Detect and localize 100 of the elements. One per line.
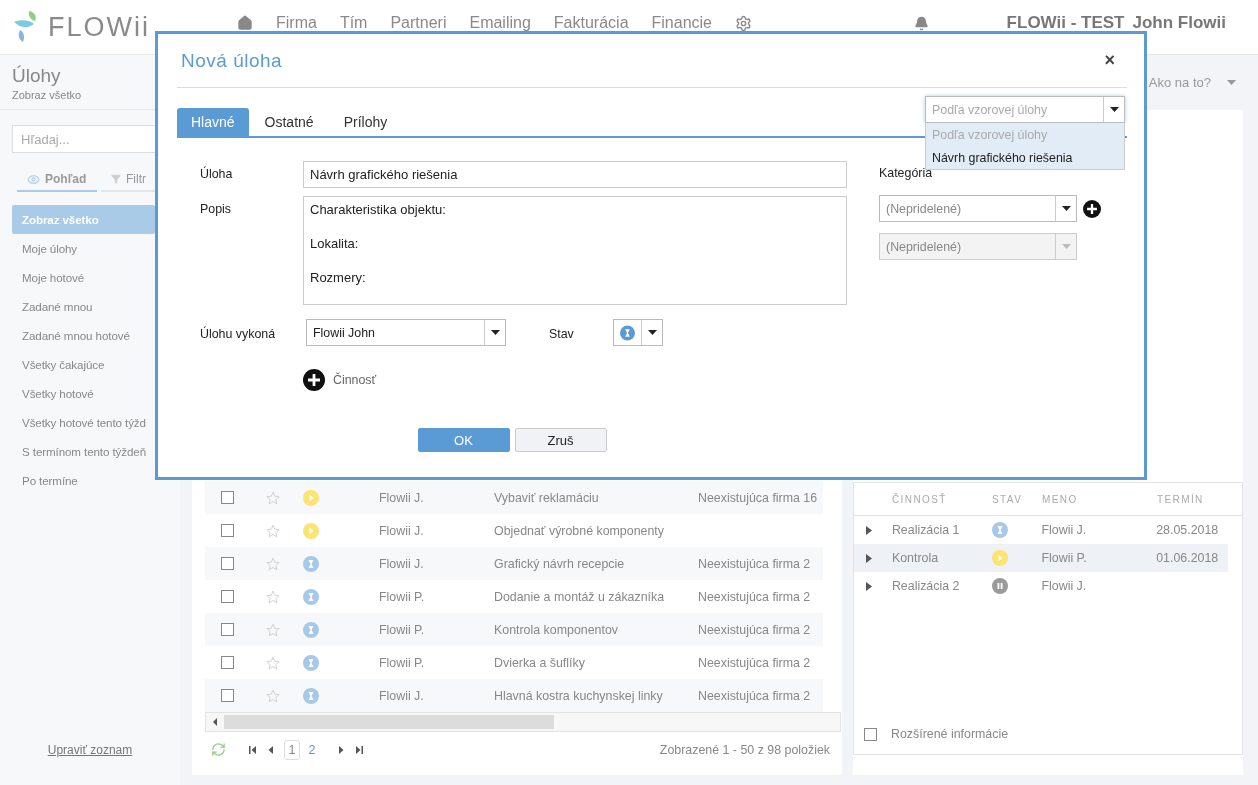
refresh-icon[interactable]	[211, 742, 226, 757]
column-header[interactable]: STAV	[984, 493, 1034, 505]
sidebar-item[interactable]: Po termíne	[12, 466, 155, 495]
tab[interactable]: Ostatné	[250, 108, 328, 136]
page-link[interactable]: 2	[304, 739, 320, 760]
star-icon[interactable]	[265, 589, 280, 604]
table-cell: Neexistujúca firma 2	[698, 589, 811, 604]
star-icon[interactable]	[265, 688, 280, 703]
table-cell: Neexistujúca firma 2	[698, 556, 811, 571]
expand-icon[interactable]	[865, 525, 872, 535]
hourglass-icon	[991, 522, 1008, 538]
sidebar-item[interactable]: Zadané mnou hotové	[12, 321, 155, 350]
table-cell: Flowii J.	[1041, 523, 1087, 537]
field-label: Popis	[200, 201, 232, 216]
table-cell: Neexistujúca firma 2	[698, 688, 811, 703]
nav-link[interactable]: Firma	[276, 14, 317, 32]
table-cell: 28.05.2018	[1156, 523, 1219, 537]
previous-page-icon[interactable]	[266, 744, 276, 755]
star-icon[interactable]	[265, 523, 280, 538]
table-row[interactable]: Flowii J. Grafický návrh recepcie Neexistujúca firma 2	[205, 547, 823, 580]
row-checkbox[interactable]	[221, 590, 234, 603]
row-checkbox[interactable]	[221, 557, 234, 570]
nav-link[interactable]: Emailing	[469, 14, 531, 32]
row-checkbox[interactable]	[221, 656, 234, 669]
horizontal-scrollbar[interactable]	[205, 712, 841, 732]
ok-button[interactable]: OK	[417, 428, 510, 452]
table-cell: Flowii J.	[379, 688, 424, 703]
activity-row[interactable]: Kontrola Flowii P. 01.06.2018	[854, 544, 1228, 572]
table-cell: Neexistujúca firma 16	[698, 490, 818, 505]
description-textarea[interactable]: Charakteristika objektu: Lokalita: Rozmery:	[303, 196, 847, 305]
star-icon[interactable]	[265, 556, 280, 571]
sidebar-item[interactable]: Zadané mnou	[12, 292, 155, 321]
last-page-icon[interactable]	[354, 744, 364, 755]
home-icon[interactable]	[237, 15, 253, 31]
sidebar-item[interactable]: Všetky hotové	[12, 379, 155, 408]
table-cell: Flowii J.	[1041, 579, 1087, 593]
table-cell: Grafický návrh recepcie	[494, 556, 625, 571]
row-checkbox[interactable]	[221, 623, 234, 636]
bell-icon[interactable]	[913, 15, 929, 31]
edit-list-link[interactable]: Upraviť zoznam	[47, 743, 133, 757]
table-cell: 01.06.2018	[1156, 551, 1219, 565]
template-dropdown[interactable]: Podľa vzorovej úlohy	[925, 96, 1125, 123]
column-header[interactable]: ČINNOSŤ	[884, 493, 984, 505]
table-row[interactable]: Flowii J. Hlavná kostra kuchynskej linky Neexistujúca firma 2	[205, 679, 823, 712]
tab[interactable]: Hlavné	[177, 108, 249, 136]
close-button[interactable]: ×	[1104, 50, 1115, 71]
row-checkbox[interactable]	[221, 524, 234, 537]
tab[interactable]: Prílohy	[329, 108, 402, 136]
table-row[interactable]: Flowii J. Vybaviť reklamáciu Neexistujúca firma 16	[205, 481, 823, 514]
user-name[interactable]: John Flowii	[1132, 13, 1226, 33]
star-icon[interactable]	[265, 490, 280, 505]
nav-link[interactable]: Partneri	[390, 14, 447, 32]
row-checkbox[interactable]	[221, 491, 234, 504]
page-link[interactable]: 1	[284, 739, 300, 760]
view-tab[interactable]: Pohľad	[17, 168, 97, 192]
extended-info-checkbox[interactable]	[864, 727, 877, 741]
play-icon	[303, 522, 319, 539]
first-page-icon[interactable]	[248, 744, 258, 755]
cancel-button[interactable]: Zruš	[514, 428, 607, 452]
state-dropdown[interactable]	[613, 319, 663, 346]
expand-icon[interactable]	[865, 581, 872, 591]
row-checkbox[interactable]	[221, 689, 234, 702]
table-cell: Neexistujúca firma 2	[698, 655, 811, 670]
add-category-icon[interactable]	[1083, 199, 1101, 218]
settings-icon[interactable]	[735, 14, 752, 32]
field-label: Úlohu vykoná	[200, 325, 277, 341]
search-field[interactable]: Hľadaj...	[12, 125, 155, 153]
nav-link[interactable]: Tím	[339, 14, 368, 32]
plus-icon[interactable]	[303, 369, 325, 391]
table-cell: Kontrola	[891, 551, 939, 565]
next-page-icon[interactable]	[336, 744, 346, 755]
table-cell: Realizácia 2	[891, 579, 960, 593]
sidebar-item[interactable]: S termínom tento týždeň	[12, 437, 155, 466]
column-header[interactable]: TERMÍN	[1149, 493, 1229, 505]
sidebar-item[interactable]: Moje úlohy	[12, 234, 155, 263]
star-icon[interactable]	[265, 622, 280, 637]
hourglass-icon	[303, 621, 319, 638]
hourglass-icon	[303, 687, 319, 704]
column-header[interactable]: MENO	[1034, 493, 1149, 505]
sidebar-item[interactable]: Všetky čakajúce	[12, 350, 155, 379]
category-dropdown[interactable]: (Nepridelené)	[879, 195, 1077, 222]
help-link[interactable]: Ako na to?	[1148, 75, 1211, 90]
sidebar-item[interactable]: Moje hotové	[12, 263, 155, 292]
caret-icon	[1061, 244, 1071, 249]
table-cell: Flowii P.	[1041, 551, 1087, 565]
assignee-dropdown[interactable]: Flowii John	[306, 319, 506, 346]
nav-link[interactable]: Fakturácia	[553, 14, 629, 32]
hourglass-icon	[620, 324, 635, 341]
table-row[interactable]: Flowii P. Kontrola komponentov Neexistujúca firma 2	[205, 613, 823, 646]
task-input[interactable]: Návrh grafického riešenia	[303, 161, 847, 188]
expand-icon[interactable]	[865, 553, 872, 563]
nav-link[interactable]: Financie	[651, 14, 712, 32]
sidebar-item[interactable]: Všetky hotové tento týžd	[12, 408, 155, 437]
logo-text: FLOWii	[48, 11, 150, 43]
table-cell: Flowii P.	[379, 655, 425, 670]
company-name[interactable]: FLOWii - TEST	[1006, 13, 1125, 33]
star-icon[interactable]	[265, 655, 280, 670]
add-activity-button[interactable]: Činnosť	[303, 369, 847, 391]
table-cell: Flowii P.	[379, 589, 425, 604]
eye-icon	[27, 172, 40, 186]
